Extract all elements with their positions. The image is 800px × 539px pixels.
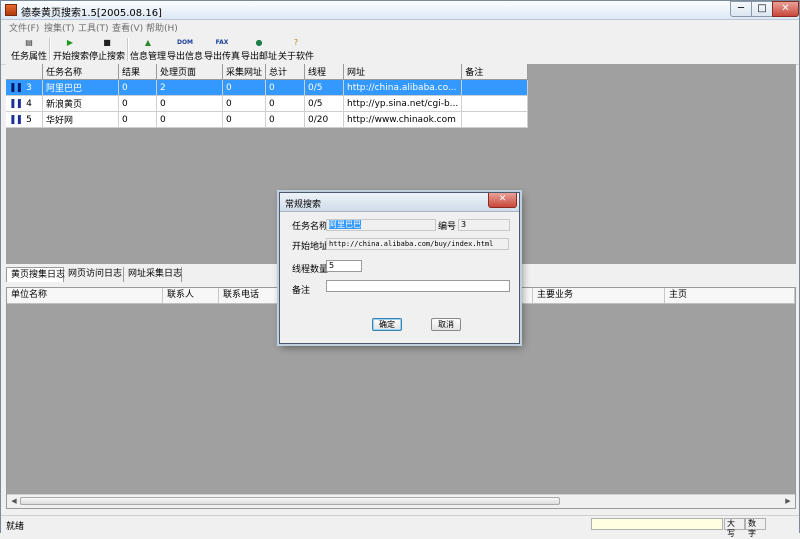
export-dom-icon: DOM [176,39,194,46]
menu-file[interactable]: 文件(F) [9,21,39,34]
dialog-title: 常规搜索 [285,200,322,210]
toolbar: ▤ 任务属性 ▶ 开始搜索 ■ 停止搜索 ▲ 信息管理 DOM 导出信息 FAX… [1,35,799,65]
start-url-field[interactable]: http://china.alibaba.com/buy/index.html [326,238,509,250]
toolbar-separator [127,38,129,61]
task-properties-button[interactable]: ▤ 任务属性 [11,35,47,64]
start-search-button[interactable]: ▶ 开始搜索 [53,35,89,64]
menu-tools[interactable]: 工具(T) [78,21,109,34]
main-window: 德泰黄页搜索1.5[2005.08.16] ─ □ ✕ 文件(F) 搜集(T) … [0,0,800,538]
column-header-note[interactable]: 备注 [461,64,529,80]
export-info-button[interactable]: DOM 导出信息 [167,35,203,64]
log-horizontal-scrollbar[interactable]: ◀ ▶ [7,494,795,508]
task-row[interactable]: ❚❚ 5 华好网 0 0 0 0 0/20 http://www.chinaok.… [6,111,529,128]
menu-collect[interactable]: 搜集(T) [44,21,75,34]
task-row[interactable]: ❚❚ 4 新浪黄页 0 0 0 0 0/5 http://yp.sina.net/… [6,95,529,112]
menu-help[interactable]: 帮助(H) [146,21,178,34]
toolbar-separator [49,38,51,61]
task-table-header: 任务名称 结果 处理页面 采集网址 总计 线程 网址 备注 [6,64,529,80]
paused-icon: ❚❚ [9,98,23,109]
stop-search-button[interactable]: ■ 停止搜索 [89,35,125,64]
export-mail-icon: ● [255,38,263,47]
column-header-id[interactable] [6,64,43,80]
note-input[interactable] [326,280,510,292]
id-label: 编号 [438,222,457,232]
status-bar: 就绪 大写 数字 [1,515,799,538]
caps-lock-indicator: 大写 [724,518,745,538]
column-header-collected[interactable]: 采集网址 [222,64,267,80]
id-field[interactable]: 3 [458,219,510,231]
tab-page-access-log[interactable]: 网页访问日志 [64,267,124,282]
column-header-url[interactable]: 网址 [343,64,463,80]
about-button[interactable]: ? 关于软件 [278,35,314,64]
export-mail-button[interactable]: ● 导出邮址 [241,35,277,64]
info-manage-icon: ▲ [144,38,152,47]
column-header-pages[interactable]: 处理页面 [156,64,223,80]
status-progress-pane [591,518,723,530]
title-bar[interactable]: 德泰黄页搜索1.5[2005.08.16] ─ □ ✕ [1,1,799,20]
menu-bar: 文件(F) 搜集(T) 工具(T) 查看(V) 帮助(H) [1,20,799,34]
maximize-button[interactable]: □ [751,1,773,17]
task-row[interactable]: ❚❚ 3 阿里巴巴 0 2 0 0 0/5 http://china.alibab… [6,79,529,96]
threads-input[interactable]: 5 [326,260,362,272]
tab-yellowpage-log[interactable]: 黄页搜集日志 [6,267,65,282]
ok-button[interactable]: 确定 [372,318,402,331]
task-name-field[interactable]: 阿里巴巴 [326,219,436,231]
paused-icon: ❚❚ [9,114,23,125]
export-fax-button[interactable]: FAX 导出传真 [204,35,240,64]
export-fax-icon: FAX [215,39,229,46]
about-icon: ? [293,38,299,47]
scroll-left-icon[interactable]: ◀ [8,496,20,506]
general-search-dialog: 常规搜索 ✕ 任务名称 阿里巴巴 编号 3 开始地址 http://china.… [279,192,520,344]
menu-view[interactable]: 查看(V) [112,21,143,34]
stop-icon: ■ [103,38,111,47]
column-header-result[interactable]: 结果 [118,64,157,80]
column-header-business[interactable]: 主要业务 [533,288,665,303]
scroll-thumb[interactable] [20,497,560,505]
note-label: 备注 [292,286,311,296]
column-header-company[interactable]: 单位名称 [7,288,163,303]
start-url-label: 开始地址 [292,242,329,252]
column-header-task-name[interactable]: 任务名称 [42,64,119,80]
column-header-total[interactable]: 总计 [265,64,306,80]
properties-icon: ▤ [25,38,33,47]
task-name-label: 任务名称 [292,222,329,232]
scroll-right-icon[interactable]: ▶ [782,496,794,506]
paused-icon: ❚❚ [9,82,23,93]
app-icon [5,4,17,16]
num-lock-indicator: 数字 [745,518,766,538]
window-title: 德泰黄页搜索1.5[2005.08.16] [21,8,162,19]
minimize-button[interactable]: ─ [730,1,752,17]
dialog-title-bar[interactable]: 常规搜索 ✕ [280,193,519,212]
close-button[interactable]: ✕ [772,1,799,17]
info-manage-button[interactable]: ▲ 信息管理 [130,35,166,64]
status-text: 就绪 [6,522,25,532]
column-header-threads[interactable]: 线程 [304,64,345,80]
tab-url-collect-log[interactable]: 网址采集日志 [124,267,182,282]
task-table: 任务名称 结果 处理页面 采集网址 总计 线程 网址 备注 ❚❚ 3 阿里巴巴 0… [6,64,529,128]
play-icon: ▶ [66,38,74,47]
cancel-button[interactable]: 取消 [431,318,461,331]
column-header-homepage[interactable]: 主页 [665,288,795,303]
column-header-contact[interactable]: 联系人 [163,288,219,303]
threads-label: 线程数量 [292,265,329,275]
dialog-close-button[interactable]: ✕ [488,193,517,208]
